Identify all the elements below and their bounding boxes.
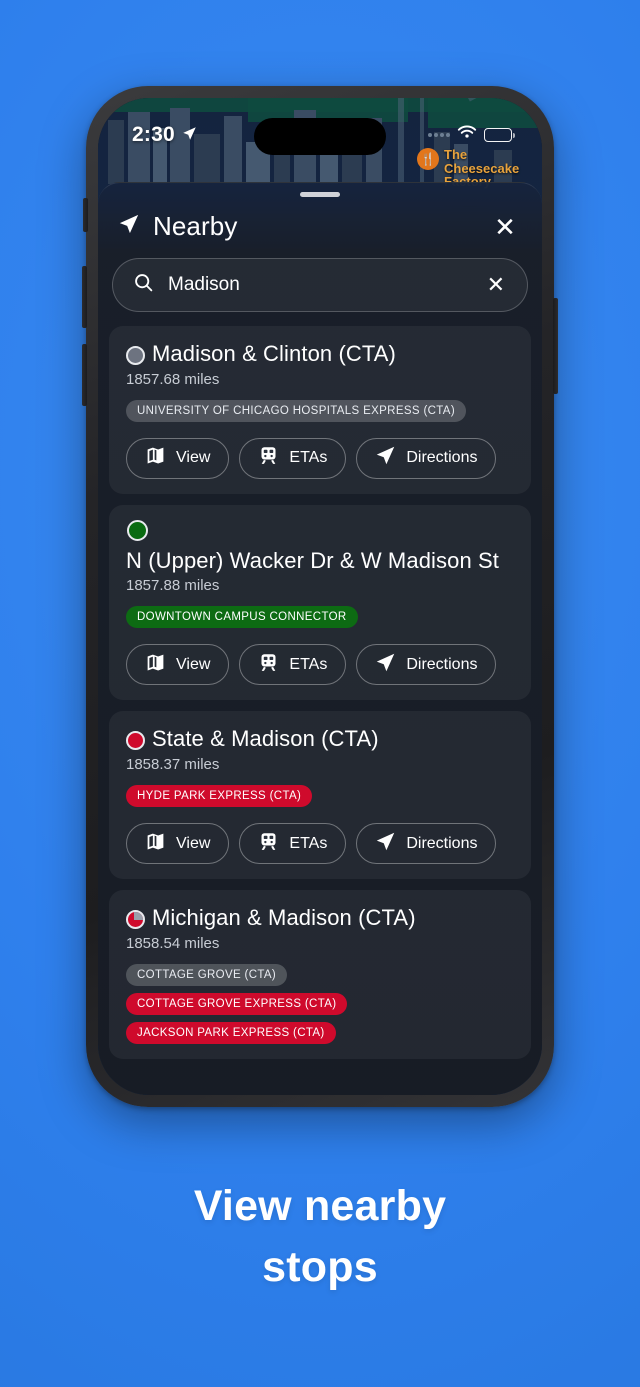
stop-marker-icon <box>126 910 145 930</box>
directions-button-label: Directions <box>406 449 478 467</box>
status-time-label: 2:30 <box>132 123 175 146</box>
map-icon <box>145 445 166 471</box>
stop-card[interactable]: N (Upper) Wacker Dr & W Madison St 1857.8… <box>109 504 531 701</box>
stop-action-row: View ETAs Directions <box>126 437 514 479</box>
promo-caption: View nearby stops <box>0 1176 640 1298</box>
route-badge[interactable]: HYDE PARK EXPRESS (CTA) <box>126 785 313 808</box>
view-button-label: View <box>176 834 211 852</box>
stop-name: Madison & Clinton (CTA) <box>152 341 396 366</box>
etas-button[interactable]: ETAs <box>239 437 347 479</box>
etas-button[interactable]: ETAs <box>239 823 347 865</box>
directions-button[interactable]: Directions <box>356 823 497 865</box>
stop-card[interactable]: State & Madison (CTA) 1858.37 miles HYDE P… <box>109 711 531 880</box>
route-badge[interactable]: JACKSON PARK EXPRESS (CTA) <box>126 1021 336 1044</box>
route-badge[interactable]: UNIVERSITY OF CHICAGO HOSPITALS EXPRESS … <box>126 399 466 422</box>
stop-card[interactable]: Michigan & Madison (CTA) 1858.54 miles COT… <box>109 890 531 1059</box>
power-button[interactable] <box>553 298 558 394</box>
nearby-sheet: Nearby ✕ ✕ Madison & Clinton (CTA) 1857.6… <box>98 182 542 1095</box>
status-time-group: 2:30 <box>132 123 197 147</box>
wifi-icon <box>457 125 477 145</box>
stop-title-row: State & Madison (CTA) <box>126 726 514 752</box>
route-badge-list: UNIVERSITY OF CHICAGO HOSPITALS EXPRESS … <box>126 399 514 422</box>
route-badge-list: COTTAGE GROVE (CTA) COTTAGE GROVE EXPRESS… <box>126 963 514 1044</box>
stop-distance: 1858.37 miles <box>126 756 220 774</box>
train-icon <box>258 652 279 678</box>
stop-marker-icon <box>126 731 145 751</box>
navigation-arrow-icon <box>375 445 396 471</box>
page-title: Nearby <box>153 211 238 241</box>
battery-full-icon <box>484 128 515 142</box>
etas-button[interactable]: ETAs <box>239 644 347 686</box>
route-badge[interactable]: COTTAGE GROVE (CTA) <box>126 963 288 986</box>
caption-line-1: View nearby <box>193 1182 447 1230</box>
search-bar[interactable]: ✕ <box>112 258 528 312</box>
location-arrow-icon <box>182 123 197 147</box>
volume-down-button[interactable] <box>82 344 87 406</box>
stop-name: Michigan & Madison (CTA) <box>152 905 416 931</box>
view-button[interactable]: View <box>126 644 230 686</box>
stop-action-row: View ETAs Directions <box>126 823 514 865</box>
train-icon <box>258 445 279 471</box>
view-button[interactable]: View <box>126 437 230 479</box>
stop-action-row: View ETAs Directions <box>126 644 514 686</box>
directions-button[interactable]: Directions <box>356 644 497 686</box>
sheet-header: Nearby ✕ <box>98 197 542 252</box>
train-icon <box>258 831 279 857</box>
search-input[interactable] <box>168 274 469 296</box>
view-button[interactable]: View <box>126 823 230 865</box>
route-badge[interactable]: DOWNTOWN CAMPUS CONNECTOR <box>126 606 358 629</box>
stop-title-row: Madison & Clinton (CTA) <box>126 341 514 367</box>
stop-name: N (Upper) Wacker Dr & W Madison St <box>126 547 499 573</box>
dynamic-island <box>254 118 386 155</box>
etas-button-label: ETAs <box>289 834 328 852</box>
search-icon <box>133 272 154 298</box>
close-icon[interactable]: ✕ <box>490 212 520 242</box>
status-indicators <box>428 125 515 145</box>
stop-card[interactable]: Madison & Clinton (CTA) 1857.68 miles UNIV… <box>109 326 531 494</box>
route-badge-list: DOWNTOWN CAMPUS CONNECTOR <box>126 606 514 629</box>
phone-frame: 🍴 The Cheesecake Factory 2:30 <box>82 86 558 1107</box>
view-button-label: View <box>176 449 211 467</box>
volume-up-button[interactable] <box>82 266 87 328</box>
map-icon <box>145 652 166 678</box>
stop-name: State & Madison (CTA) <box>152 726 379 752</box>
map-icon <box>145 831 166 857</box>
silent-switch[interactable] <box>83 198 88 232</box>
etas-button-label: ETAs <box>289 655 328 673</box>
caption-line-2: stops <box>262 1243 378 1292</box>
navigation-arrow-icon <box>118 213 140 240</box>
etas-button-label: ETAs <box>289 449 328 467</box>
sheet-title-group: Nearby <box>118 211 237 242</box>
phone-screen: 🍴 The Cheesecake Factory 2:30 <box>98 98 542 1095</box>
navigation-arrow-icon <box>375 652 396 678</box>
stop-distance: 1857.68 miles <box>126 370 220 388</box>
stop-marker-icon <box>126 346 145 365</box>
route-badge-list: HYDE PARK EXPRESS (CTA) <box>126 785 514 808</box>
stop-distance: 1858.54 miles <box>126 934 220 952</box>
route-badge[interactable]: COTTAGE GROVE EXPRESS (CTA) <box>126 992 348 1015</box>
stop-title-row: Michigan & Madison (CTA) <box>126 905 514 931</box>
stop-distance: 1857.88 miles <box>126 577 220 595</box>
nearby-stop-list: Madison & Clinton (CTA) 1857.68 miles UNIV… <box>98 312 542 1059</box>
directions-button-label: Directions <box>406 655 478 673</box>
directions-button-label: Directions <box>406 834 478 852</box>
navigation-arrow-icon <box>375 831 396 857</box>
stop-marker-icon <box>127 519 148 541</box>
directions-button[interactable]: Directions <box>356 437 497 479</box>
view-button-label: View <box>176 655 211 673</box>
cellular-icon <box>428 133 450 137</box>
clear-icon[interactable]: ✕ <box>483 270 509 300</box>
